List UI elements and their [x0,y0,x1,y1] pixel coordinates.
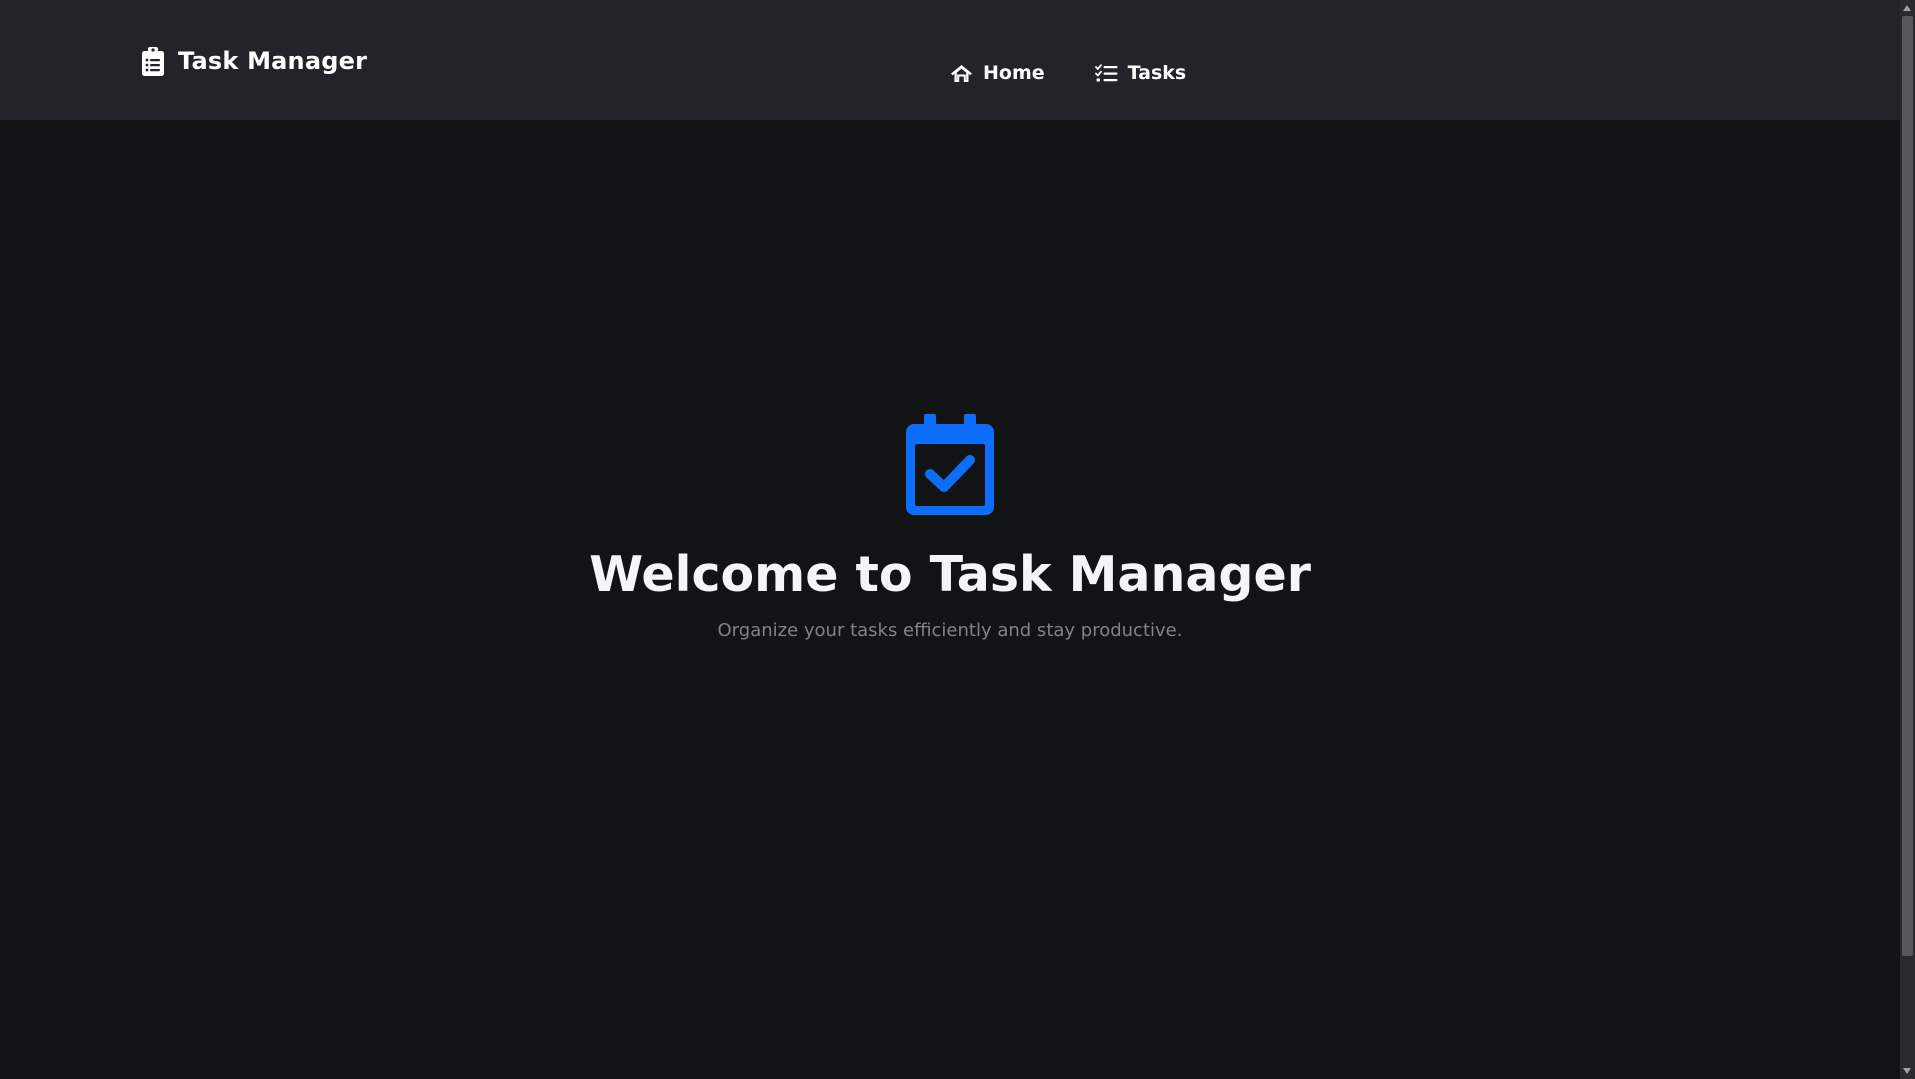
nav-link-tasks-label: Tasks [1127,62,1187,84]
scroll-thumb[interactable] [1902,16,1913,956]
calendar-check-icon [906,414,994,515]
page: Task Manager Home Tasks Welcome to Task … [0,0,1915,1079]
nav-link-tasks[interactable]: Tasks [1094,62,1187,84]
scroll-down-arrow-icon[interactable] [1903,1068,1911,1074]
hero-title: Welcome to Task Manager [589,546,1311,603]
scroll-up-arrow-icon[interactable] [1903,5,1911,11]
hero-subtitle: Organize your tasks efficiently and stay… [717,620,1183,641]
home-icon [951,64,972,82]
nav-link-home-label: Home [983,62,1045,84]
clipboard-list-icon [142,46,164,76]
brand-label: Task Manager [178,47,368,75]
nav-link-home[interactable]: Home [950,62,1045,84]
brand-link[interactable]: Task Manager [142,44,367,78]
vertical-scrollbar[interactable] [1900,0,1915,1079]
tasks-list-icon [1094,63,1118,82]
navbar: Task Manager Home Tasks [0,0,1900,120]
nav-links: Home Tasks [950,62,1236,84]
